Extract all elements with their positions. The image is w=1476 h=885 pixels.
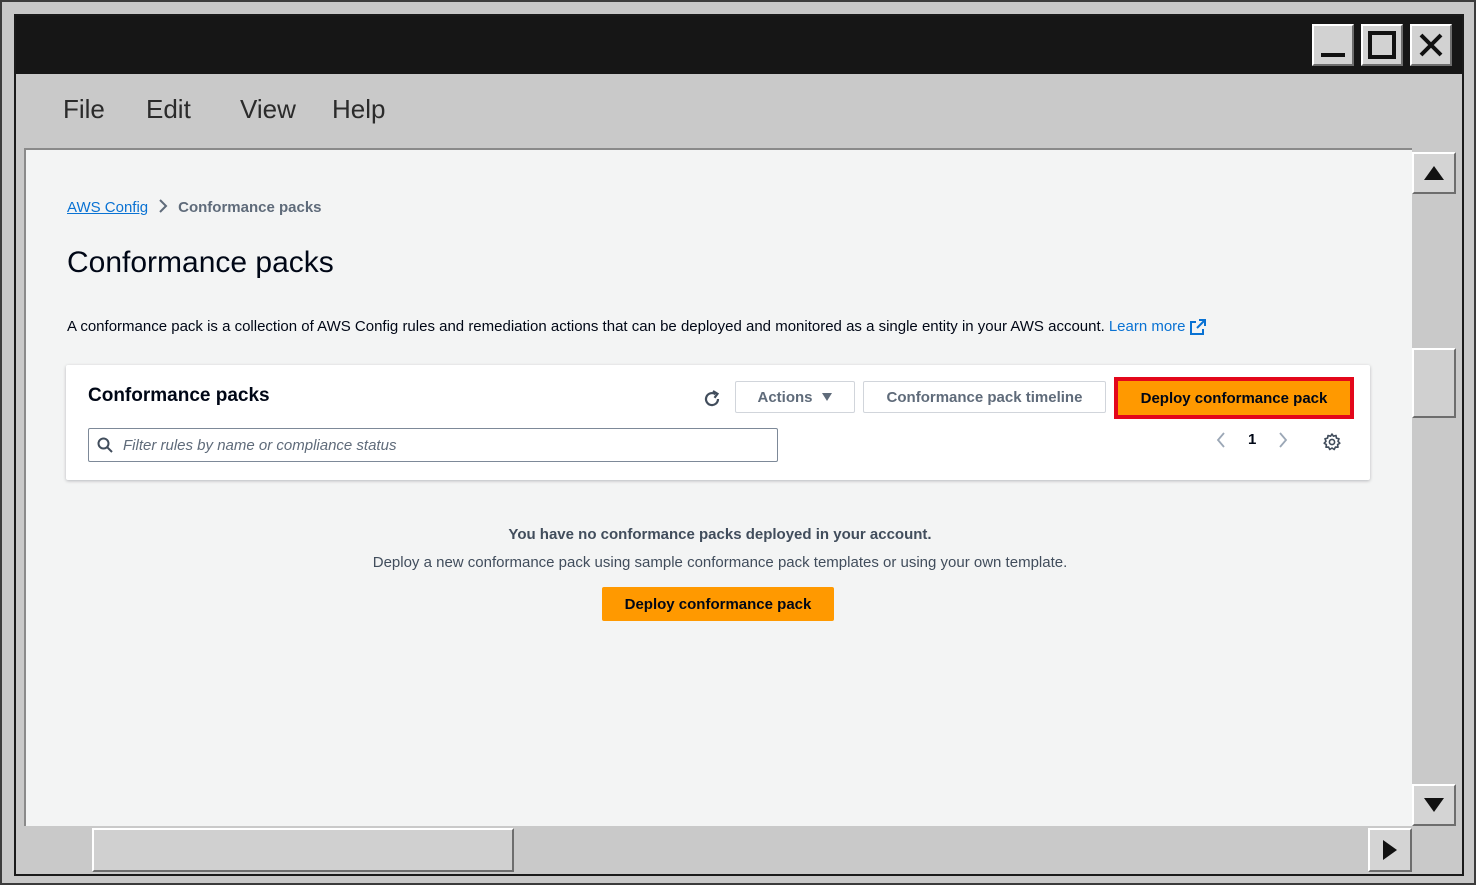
conformance-pack-timeline-button[interactable]: Conformance pack timeline [863,381,1106,413]
scroll-up-button[interactable] [1412,152,1456,194]
arrow-right-icon [1383,840,1397,860]
page-description: A conformance pack is a collection of AW… [67,318,1206,335]
external-link-icon[interactable] [1189,318,1206,335]
gear-icon [1323,433,1341,451]
breadcrumb: AWS Config Conformance packs [67,197,322,218]
chevron-right-icon [158,197,168,218]
search-icon [97,437,113,453]
arrow-up-icon [1424,166,1444,180]
empty-state-description: Deploy a new conformance pack using samp… [372,554,1068,571]
minimize-button[interactable] [1312,24,1354,66]
breadcrumb-current: Conformance packs [178,199,322,216]
horizontal-scroll-thumb[interactable] [92,828,514,872]
window-frame: File Edit View Help AWS Config Conforman… [14,14,1464,876]
title-bar [16,16,1462,74]
page-number[interactable]: 1 [1248,431,1256,448]
minimize-icon [1321,53,1345,57]
menu-file[interactable]: File [63,94,105,125]
search-box [88,428,778,462]
close-icon [1419,33,1443,57]
close-button[interactable] [1410,24,1452,66]
page-content: AWS Config Conformance packs Conformance… [24,148,1414,828]
breadcrumb-aws-config-link[interactable]: AWS Config [67,199,148,216]
refresh-button[interactable] [696,383,728,415]
refresh-icon [704,390,720,407]
application-window: File Edit View Help AWS Config Conforman… [0,0,1476,885]
previous-page-icon[interactable] [1216,431,1226,448]
scroll-down-button[interactable] [1412,784,1456,826]
settings-button[interactable] [1323,433,1341,456]
description-text: A conformance pack is a collection of AW… [67,318,1105,335]
menu-bar: File Edit View Help [16,74,1462,144]
actions-label: Actions [757,388,813,406]
vertical-scroll-thumb[interactable] [1412,348,1456,418]
pagination: 1 [1216,431,1288,448]
vertical-scrollbar[interactable] [1412,148,1458,826]
caret-down-icon [821,393,832,401]
empty-state-title: You have no conformance packs deployed i… [508,526,932,543]
conformance-packs-container: Conformance packs Actions Conformance pa… [66,365,1370,480]
learn-more-link[interactable]: Learn more [1109,318,1186,335]
maximize-button[interactable] [1361,24,1403,66]
actions-dropdown[interactable]: Actions [735,381,855,413]
next-page-icon[interactable] [1278,431,1288,448]
filter-input[interactable] [121,435,765,455]
scroll-right-button[interactable] [1368,828,1412,872]
maximize-icon [1368,31,1396,59]
deploy-conformance-pack-empty-button[interactable]: Deploy conformance pack [602,587,834,621]
page-title: Conformance packs [67,246,334,279]
arrow-down-icon [1424,798,1444,812]
deploy-conformance-pack-button[interactable]: Deploy conformance pack [1118,381,1350,415]
container-title: Conformance packs [88,385,270,406]
deploy-conformance-pack-highlight: Deploy conformance pack [1114,377,1354,419]
menu-view[interactable]: View [240,94,296,125]
menu-edit[interactable]: Edit [146,94,191,125]
horizontal-scrollbar[interactable] [24,826,1458,874]
menu-help[interactable]: Help [332,94,385,125]
